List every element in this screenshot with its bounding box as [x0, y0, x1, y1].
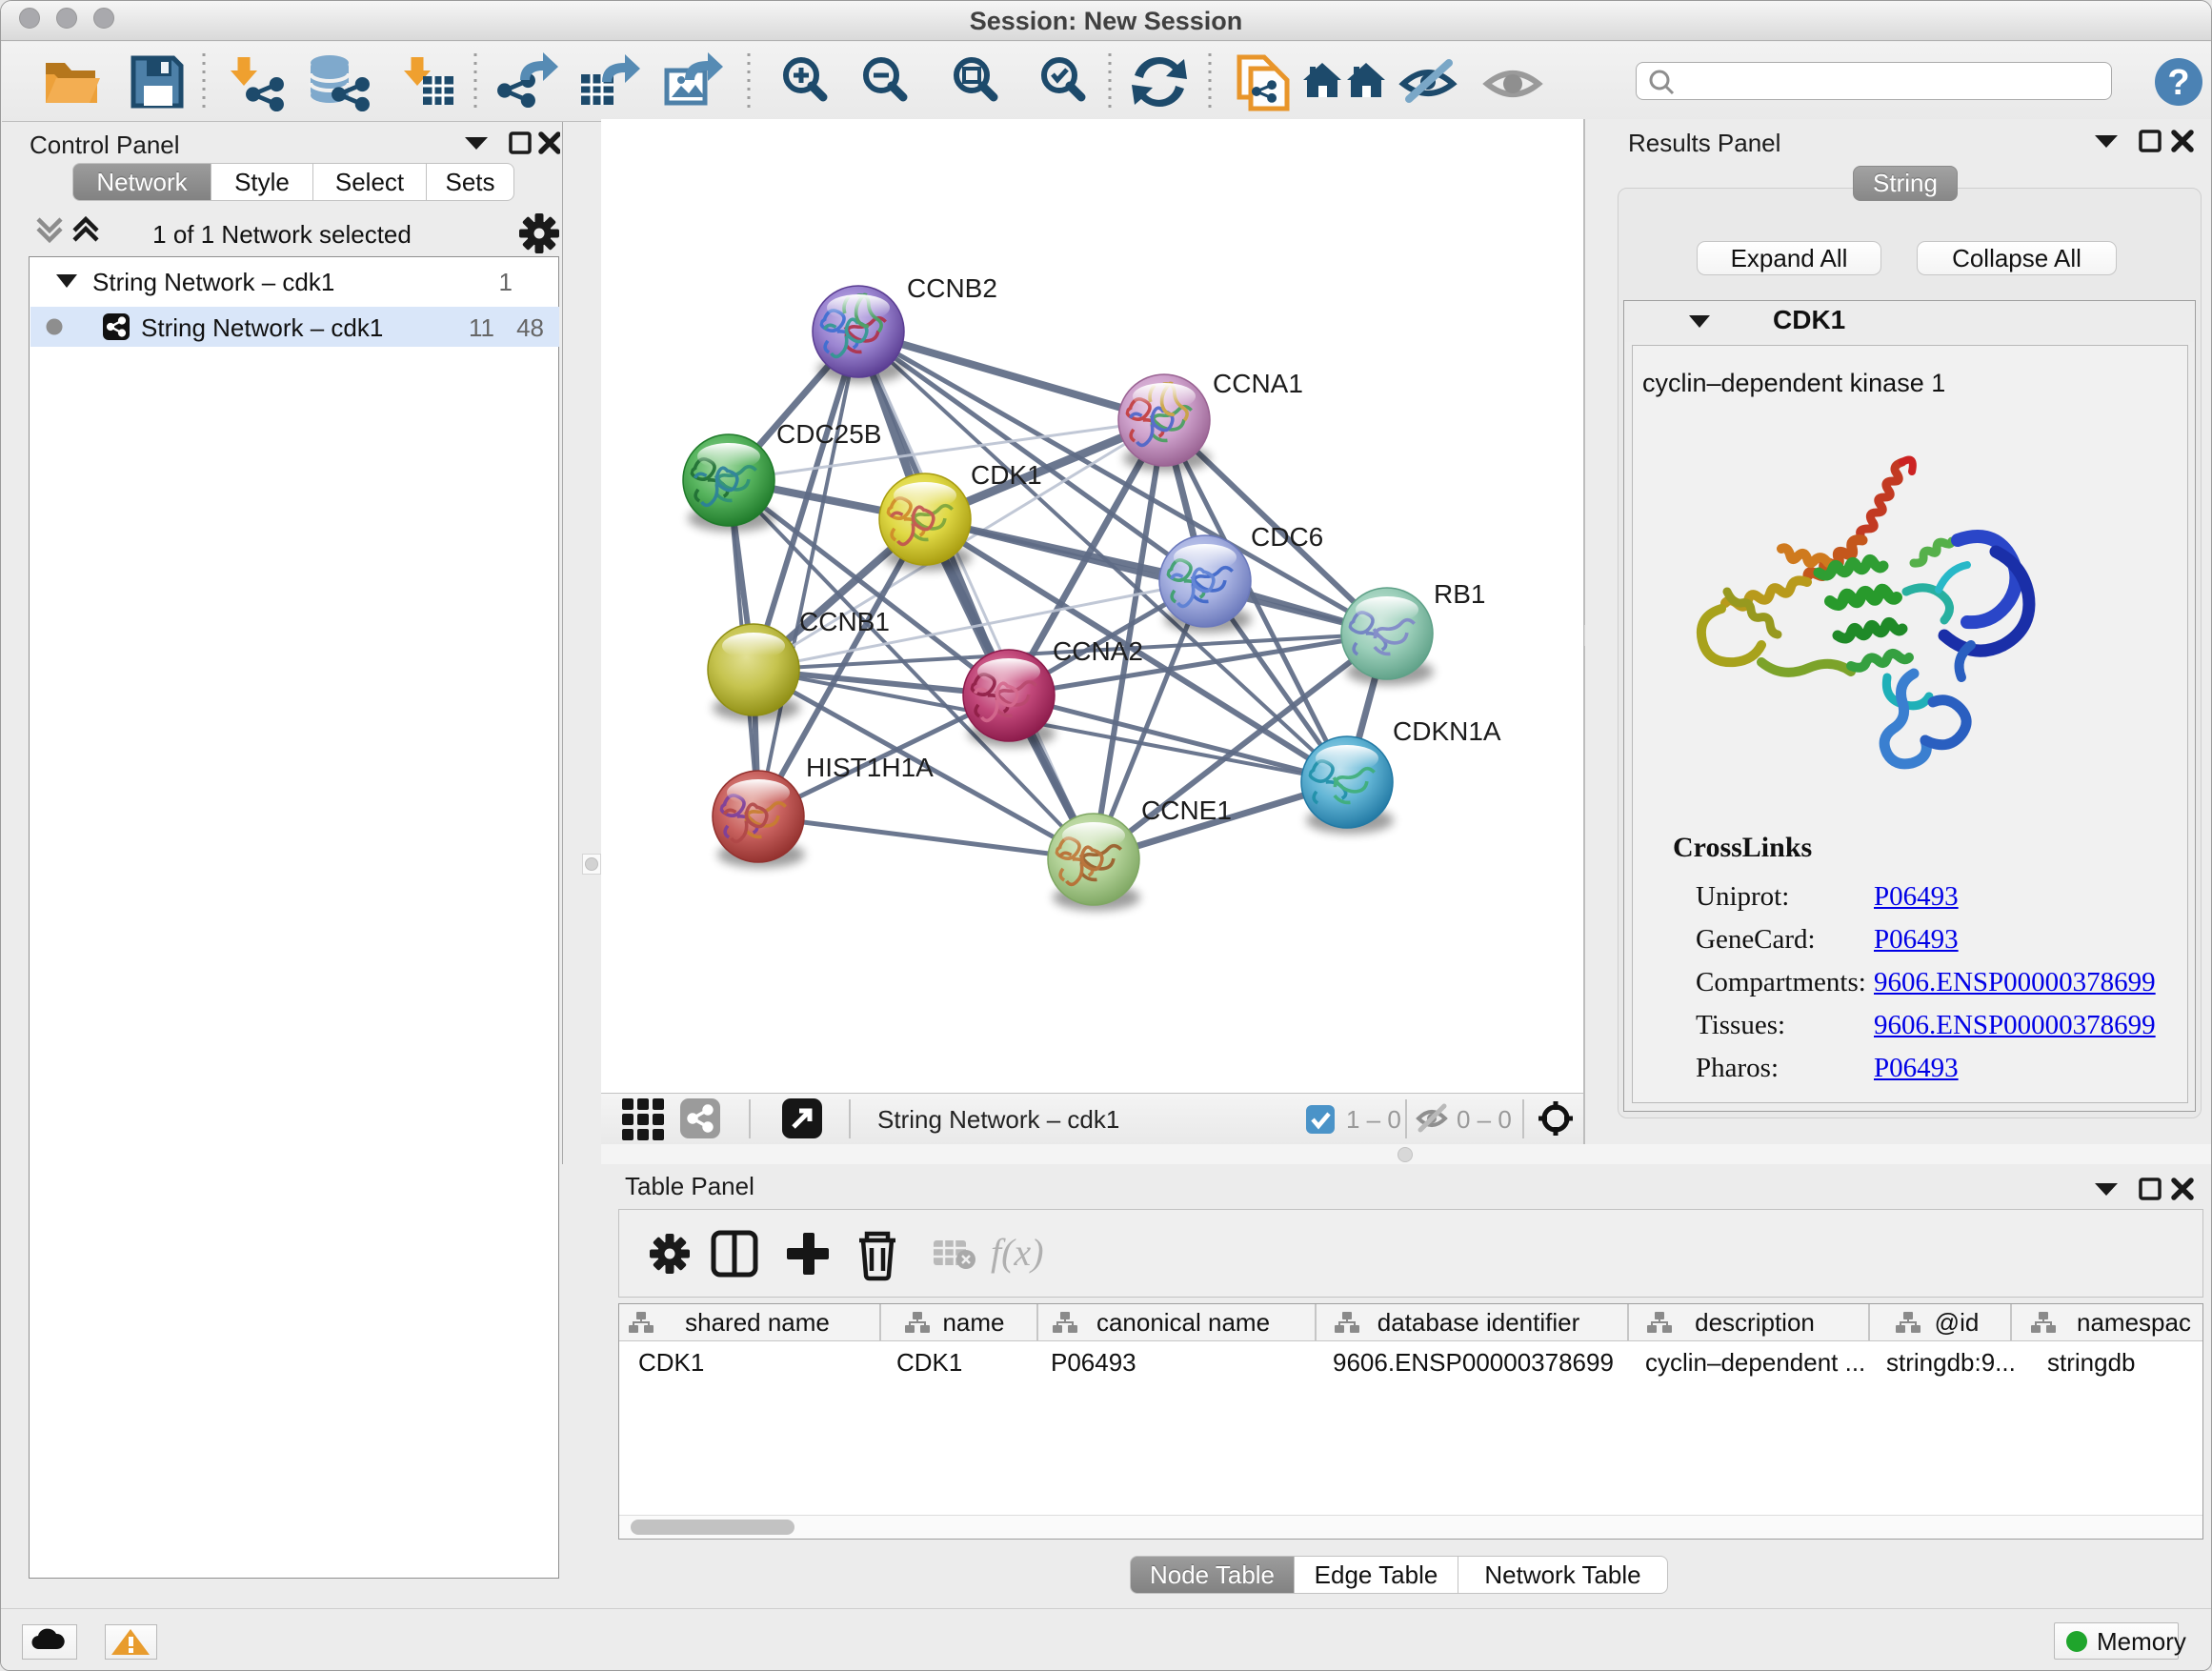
svg-text:CDC6: CDC6 — [1251, 522, 1323, 552]
svg-text:9606.ENSP00000378699: 9606.ENSP00000378699 — [1333, 1348, 1614, 1377]
svg-text:stringdb:9...: stringdb:9... — [1886, 1348, 2016, 1377]
svg-text:CCNB2: CCNB2 — [907, 273, 997, 303]
svg-text:CCNE1: CCNE1 — [1141, 795, 1232, 825]
svg-text:0 – 0: 0 – 0 — [1457, 1105, 1512, 1134]
svg-text:shared name: shared name — [685, 1308, 830, 1337]
svg-text:CDKN1A: CDKN1A — [1393, 716, 1501, 746]
svg-text:name: name — [942, 1308, 1004, 1337]
svg-text:canonical name: canonical name — [1096, 1308, 1270, 1337]
svg-text:stringdb: stringdb — [2047, 1348, 2136, 1377]
svg-text:String Network – cdk1: String Network – cdk1 — [877, 1105, 1119, 1134]
svg-text:CDK1: CDK1 — [971, 460, 1042, 490]
svg-text:namespac: namespac — [2077, 1308, 2191, 1337]
svg-text:RB1: RB1 — [1434, 579, 1485, 609]
svg-text:CCNB1: CCNB1 — [799, 607, 890, 636]
svg-text:CDK1: CDK1 — [638, 1348, 704, 1377]
svg-text:@id: @id — [1935, 1308, 1980, 1337]
svg-text:P06493: P06493 — [1051, 1348, 1136, 1377]
svg-text:HIST1H1A: HIST1H1A — [806, 753, 934, 782]
svg-text:description: description — [1695, 1308, 1815, 1337]
svg-text:cyclin–dependent ...: cyclin–dependent ... — [1645, 1348, 1865, 1377]
svg-text:database identifier: database identifier — [1377, 1308, 1580, 1337]
svg-text:f(x): f(x) — [991, 1231, 1044, 1274]
svg-text:CDK1: CDK1 — [896, 1348, 962, 1377]
svg-text:1 – 0: 1 – 0 — [1346, 1105, 1401, 1134]
svg-text:CCNA1: CCNA1 — [1213, 369, 1303, 398]
svg-text:CDC25B: CDC25B — [776, 419, 881, 449]
svg-text:?: ? — [2167, 63, 2189, 103]
svg-text:CCNA2: CCNA2 — [1053, 636, 1143, 666]
